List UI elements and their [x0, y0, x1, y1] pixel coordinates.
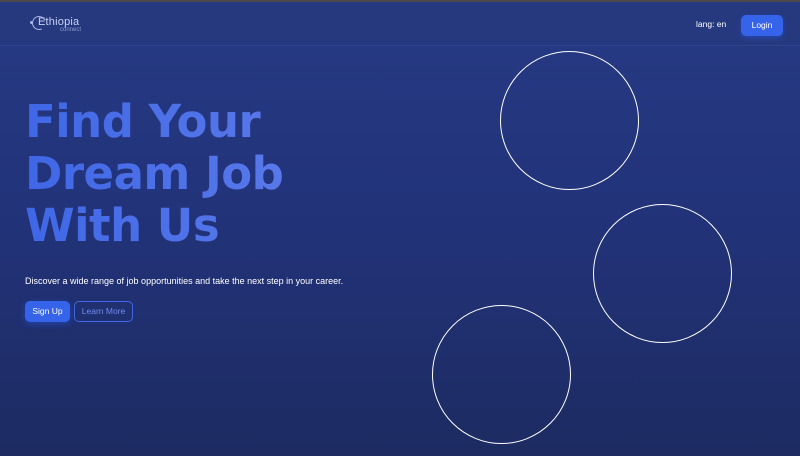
learn-more-button[interactable]: Learn More [74, 301, 133, 322]
decorative-circle-top [500, 51, 639, 190]
hero-headline: Find Your Dream Job With Us [25, 96, 445, 252]
decorative-circle-bottom [432, 305, 571, 444]
headline-line-3: With Us [25, 199, 220, 252]
sign-up-button[interactable]: Sign Up [25, 301, 70, 322]
decorative-circle-right [593, 204, 732, 343]
headline-line-2: Dream Job [25, 147, 284, 200]
navbar: Ethiopia connect lang: en Login [0, 2, 800, 46]
language-selector[interactable]: lang: en [696, 19, 726, 29]
headline-line-1: Find Your [25, 95, 261, 148]
hero-subtitle: Discover a wide range of job opportuniti… [25, 276, 344, 286]
logo[interactable]: Ethiopia connect [30, 14, 90, 36]
login-button[interactable]: Login [741, 15, 783, 36]
logo-subtext: connect [60, 27, 82, 33]
